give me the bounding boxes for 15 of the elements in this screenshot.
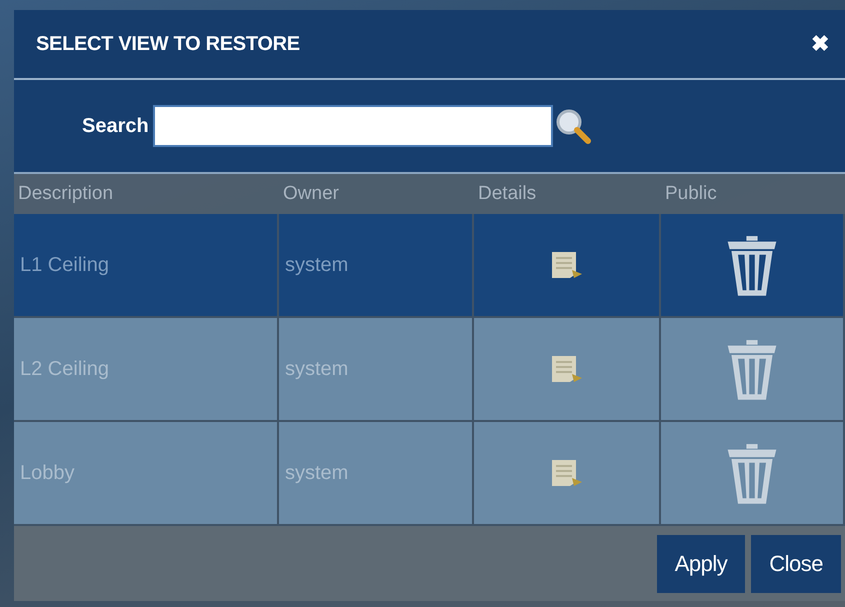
- column-header: Public: [661, 174, 845, 214]
- search-field[interactable]: [152, 105, 553, 147]
- owner-cell: system: [279, 422, 474, 526]
- search-icon[interactable]: [554, 108, 591, 144]
- column-header: Details: [474, 174, 661, 214]
- search-label: Search: [82, 114, 149, 138]
- owner-cell: system: [279, 214, 474, 318]
- dialog-button[interactable]: Apply: [656, 534, 746, 592]
- notes-icon[interactable]: [550, 250, 584, 280]
- dialog-title: SELECT VIEW TO RESTORE: [36, 32, 300, 56]
- owner-cell: system: [279, 318, 474, 422]
- column-header: Owner: [279, 174, 474, 214]
- close-button[interactable]: ✖: [805, 30, 835, 58]
- dialog-button[interactable]: Close: [751, 534, 841, 592]
- column-header: Description: [14, 174, 279, 214]
